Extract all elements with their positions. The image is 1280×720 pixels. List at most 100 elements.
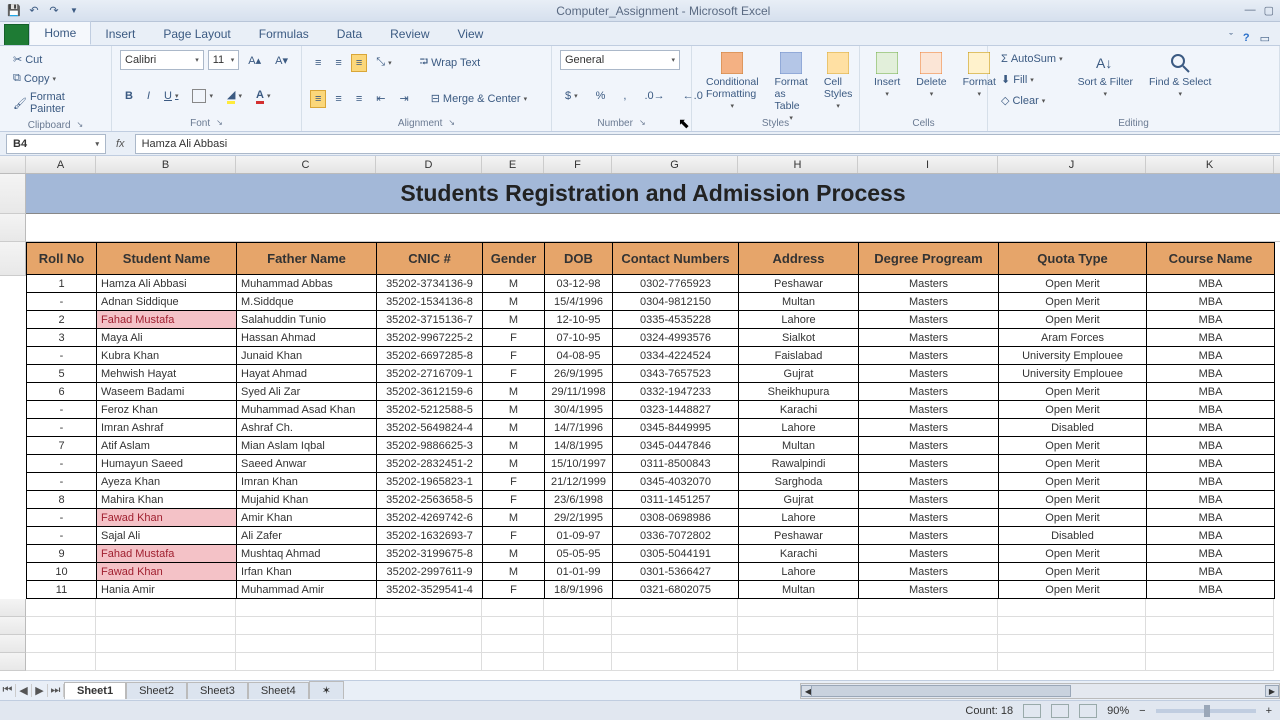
cell[interactable]: 35202-3734136-9 — [377, 275, 483, 293]
cell[interactable]: M — [483, 419, 545, 437]
cell[interactable]: Open Merit — [999, 401, 1147, 419]
align-middle-icon[interactable]: ≡ — [330, 54, 346, 72]
cell[interactable]: M.Siddque — [237, 293, 377, 311]
cell[interactable]: 3 — [27, 329, 97, 347]
cell[interactable]: Junaid Khan — [237, 347, 377, 365]
row-header[interactable] — [0, 617, 26, 635]
cell[interactable]: 14/7/1996 — [545, 419, 613, 437]
cell[interactable]: 0301-5366427 — [613, 563, 739, 581]
cell[interactable]: Open Merit — [999, 455, 1147, 473]
tab-data[interactable]: Data — [323, 23, 376, 45]
fill-color-button[interactable]: ◢▾ — [222, 85, 247, 107]
zoom-level[interactable]: 90% — [1107, 705, 1129, 717]
cell[interactable] — [1146, 617, 1274, 635]
cell[interactable] — [858, 653, 998, 671]
cell[interactable]: Muhammad Asad Khan — [237, 401, 377, 419]
cell[interactable]: Ayeza Khan — [97, 473, 237, 491]
table-row[interactable]: -Ayeza KhanImran Khan35202-1965823-1F21/… — [27, 473, 1275, 491]
cell[interactable] — [1146, 599, 1274, 617]
cell[interactable]: Mahira Khan — [97, 491, 237, 509]
page-break-view-icon[interactable] — [1079, 704, 1097, 718]
cell[interactable] — [612, 599, 738, 617]
format-as-table-button[interactable]: Format as Table▾ — [769, 50, 814, 124]
cell[interactable]: 2 — [27, 311, 97, 329]
cell[interactable]: Open Merit — [999, 563, 1147, 581]
cell[interactable]: M — [483, 401, 545, 419]
cell[interactable]: Open Merit — [999, 311, 1147, 329]
cell[interactable] — [858, 635, 998, 653]
cell[interactable] — [544, 635, 612, 653]
cell[interactable]: Masters — [859, 311, 999, 329]
cell[interactable]: Open Merit — [999, 437, 1147, 455]
cell[interactable]: 8 — [27, 491, 97, 509]
scroll-thumb[interactable] — [811, 685, 1071, 697]
delete-cells-button[interactable]: Delete▾ — [910, 50, 952, 100]
cell[interactable] — [998, 599, 1146, 617]
cell[interactable]: 35202-2563658-5 — [377, 491, 483, 509]
cell[interactable] — [236, 635, 376, 653]
col-header[interactable]: C — [236, 156, 376, 173]
tab-nav-last-icon[interactable]: ⏭ — [48, 684, 64, 697]
cell[interactable]: MBA — [1147, 419, 1275, 437]
cell[interactable] — [738, 635, 858, 653]
cell[interactable]: Imran Ashraf — [97, 419, 237, 437]
cell[interactable]: Open Merit — [999, 545, 1147, 563]
cell[interactable]: Masters — [859, 563, 999, 581]
cell[interactable]: 26/9/1995 — [545, 365, 613, 383]
table-row[interactable]: 10Fawad KhanIrfan Khan35202-2997611-9M01… — [27, 563, 1275, 581]
cell[interactable]: MBA — [1147, 545, 1275, 563]
cell[interactable] — [612, 653, 738, 671]
cell[interactable]: Hayat Ahmad — [237, 365, 377, 383]
cell[interactable]: M — [483, 311, 545, 329]
cell[interactable]: Amir Khan — [237, 509, 377, 527]
cell[interactable] — [738, 599, 858, 617]
formula-input[interactable]: Hamza Ali Abbasi — [135, 134, 1280, 154]
restore-icon[interactable]: ▢ — [1264, 4, 1274, 17]
cell[interactable]: 35202-1965823-1 — [377, 473, 483, 491]
cell[interactable]: 21/12/1999 — [545, 473, 613, 491]
tab-review[interactable]: Review — [376, 23, 443, 45]
comma-icon[interactable]: , — [618, 87, 631, 105]
cell[interactable]: 35202-2716709-1 — [377, 365, 483, 383]
cell[interactable]: Kubra Khan — [97, 347, 237, 365]
page-layout-view-icon[interactable] — [1051, 704, 1069, 718]
cell[interactable]: Waseem Badami — [97, 383, 237, 401]
cell[interactable]: 04-08-95 — [545, 347, 613, 365]
cell[interactable]: 6 — [27, 383, 97, 401]
table-row[interactable]: 5Mehwish HayatHayat Ahmad35202-2716709-1… — [27, 365, 1275, 383]
cell-styles-button[interactable]: Cell Styles▾ — [818, 50, 859, 112]
cell[interactable] — [998, 635, 1146, 653]
wrap-text-button[interactable]: ⮒Wrap Text — [415, 50, 486, 75]
grow-font-icon[interactable]: A▴ — [243, 51, 266, 70]
cell[interactable]: Masters — [859, 491, 999, 509]
minimize-ribbon-icon[interactable]: ˇ — [1229, 32, 1233, 45]
cell[interactable]: Salahuddin Tunio — [237, 311, 377, 329]
border-button[interactable]: ▾ — [187, 86, 218, 106]
cell[interactable]: Lahore — [739, 419, 859, 437]
row-header[interactable] — [0, 174, 26, 214]
cell[interactable]: 0345-0447846 — [613, 437, 739, 455]
cell[interactable]: Sajal Ali — [97, 527, 237, 545]
cell[interactable] — [482, 617, 544, 635]
cell[interactable]: 0345-4032070 — [613, 473, 739, 491]
table-row[interactable]: 8Mahira KhanMujahid Khan35202-2563658-5F… — [27, 491, 1275, 509]
cell[interactable]: 35202-5212588-5 — [377, 401, 483, 419]
cell[interactable]: 11 — [27, 581, 97, 599]
percent-icon[interactable]: % — [591, 87, 611, 105]
cell[interactable]: - — [27, 527, 97, 545]
row-header[interactable] — [0, 242, 26, 276]
table-row[interactable]: 6Waseem BadamiSyed Ali Zar35202-3612159-… — [27, 383, 1275, 401]
cell[interactable]: Hania Amir — [97, 581, 237, 599]
cell[interactable]: University Emplouee — [999, 347, 1147, 365]
cell[interactable]: Masters — [859, 419, 999, 437]
cell[interactable]: 0323-1448827 — [613, 401, 739, 419]
cell[interactable]: Karachi — [739, 401, 859, 419]
cell[interactable]: 0345-8449995 — [613, 419, 739, 437]
cell[interactable] — [96, 599, 236, 617]
cell[interactable]: 0304-9812150 — [613, 293, 739, 311]
cell[interactable]: MBA — [1147, 437, 1275, 455]
format-painter-button[interactable]: 🖌Format Painter — [8, 88, 103, 118]
col-header[interactable]: F — [544, 156, 612, 173]
cell[interactable]: Atif Aslam — [97, 437, 237, 455]
cell[interactable]: - — [27, 347, 97, 365]
